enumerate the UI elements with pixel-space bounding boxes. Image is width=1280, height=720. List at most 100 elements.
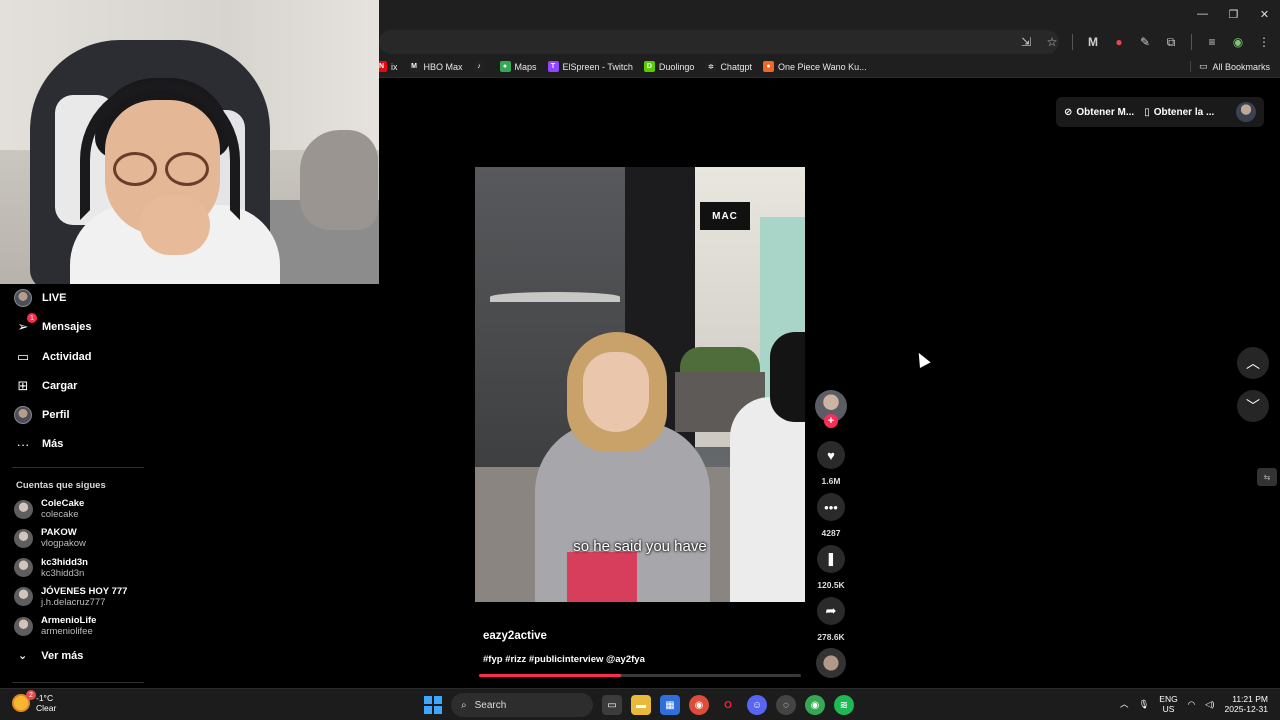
following-item[interactable]: ArmenioLife armeniolifee: [14, 615, 96, 637]
bookmark-icon: ❚: [825, 551, 837, 566]
following-item[interactable]: ColeCake colecake: [14, 498, 84, 520]
webcam-plush-toy: [300, 130, 378, 230]
all-bookmarks-button[interactable]: ▭ All Bookmarks: [1189, 61, 1270, 72]
bookmark-item[interactable]: M HBO Max: [408, 61, 463, 72]
sidebar-item-label: Actividad: [42, 351, 92, 363]
star-icon[interactable]: ☆: [1042, 32, 1062, 52]
user-avatar[interactable]: [1236, 102, 1256, 122]
microphone-icon[interactable]: 🎙: [1139, 699, 1150, 710]
following-item[interactable]: PAKOW vlogpakow: [14, 527, 86, 549]
wifi-icon[interactable]: ◠: [1188, 699, 1195, 710]
taskbar-search[interactable]: ⌕ Search: [451, 693, 593, 717]
sidebar-item-mensajes[interactable]: ➢ 1 Mensajes: [14, 313, 92, 339]
video-username[interactable]: eazy2active: [483, 630, 547, 642]
weather-widget[interactable]: 2 -1°C Clear: [12, 690, 56, 713]
puzzle-icon[interactable]: ⧉: [1161, 32, 1181, 52]
avatar: [14, 616, 33, 636]
clock-time: 11:21 PM: [1232, 694, 1268, 704]
bookmark-label: Maps: [514, 61, 537, 72]
follow-plus-icon[interactable]: +: [824, 414, 838, 428]
following-name: ArmenioLife: [41, 615, 97, 627]
file-explorer-icon[interactable]: ▬: [631, 695, 651, 715]
bookmark-item[interactable]: ✲ Chatgpt: [705, 61, 752, 72]
extension-m-icon[interactable]: M: [1083, 32, 1103, 52]
sidebar-divider: [12, 682, 144, 683]
side-panel-toggle[interactable]: ⇆: [1257, 468, 1277, 486]
restore-button[interactable]: ❐: [1218, 0, 1249, 28]
close-button[interactable]: ✕: [1249, 0, 1280, 28]
save-button[interactable]: ❚: [817, 545, 845, 573]
spotify-icon[interactable]: ≋: [834, 695, 854, 715]
get-coins-button[interactable]: ⊘ Obtener M...: [1064, 107, 1134, 118]
sidebar-item-label: LIVE: [42, 292, 67, 304]
bookmark-item[interactable]: Nix: [376, 61, 398, 72]
menu-icon[interactable]: ⋮: [1254, 32, 1274, 52]
video-player[interactable]: MAC so he said you have: [475, 167, 805, 602]
bookmark-item[interactable]: ● One Piece Wano Ku...: [762, 61, 867, 72]
see-more-button[interactable]: ⌄ Ver más: [18, 649, 84, 663]
start-button[interactable]: [424, 696, 442, 714]
next-video-button[interactable]: ﹀: [1237, 390, 1269, 422]
video-person-face: [583, 352, 649, 432]
top-actions: ⊘ Obtener M... ▯ Obtener la ...: [1056, 97, 1264, 127]
search-placeholder: Search: [474, 699, 507, 711]
bookmark-item[interactable]: D Duolingo: [643, 61, 694, 72]
sun-icon: 2: [12, 690, 36, 712]
chrome-alt-icon[interactable]: ◉: [805, 695, 825, 715]
following-item[interactable]: kc3hidd3n kc3hidd3n: [14, 557, 88, 579]
share-button[interactable]: ➦: [817, 597, 845, 625]
windows-taskbar: 2 -1°C Clear ⌕ Search ▭ ▬ ▦ ◉ O ☺ ◌ ◉ ≋ …: [0, 688, 1280, 720]
following-item[interactable]: JÓVENES HOY 777 j.h.delacruz777: [14, 586, 127, 608]
opera-icon[interactable]: O: [718, 695, 738, 715]
clock[interactable]: 11:21 PM 2025-12-31: [1225, 694, 1268, 714]
video-tags[interactable]: #fyp #rizz #publicinterview @ay2fya: [483, 654, 645, 665]
music-disc-icon[interactable]: [816, 648, 846, 678]
chevron-down-icon: ⌄: [18, 650, 28, 662]
webcam-overlay: [0, 0, 379, 284]
video-progress-bar[interactable]: [479, 674, 801, 677]
address-bar[interactable]: [379, 30, 1059, 54]
bookmark-favicon-icon: D: [643, 61, 655, 72]
install-app-icon[interactable]: ⇲: [1016, 32, 1036, 52]
minimize-button[interactable]: —: [1187, 0, 1218, 28]
chrome-icon[interactable]: ◉: [689, 695, 709, 715]
previous-video-button[interactable]: ︿: [1237, 347, 1269, 379]
bookmark-favicon-icon: T: [547, 61, 559, 72]
media-icon[interactable]: ≡: [1202, 32, 1222, 52]
video-friend-hair: [770, 332, 805, 422]
bookmark-label: HBO Max: [423, 61, 463, 72]
see-more-label: Ver más: [41, 649, 84, 662]
sidebar-item-cargar[interactable]: ⊞ Cargar: [14, 374, 78, 398]
bookmark-item[interactable]: ● Maps: [499, 61, 537, 72]
heart-icon: ♥: [827, 447, 835, 463]
sidebar-item-perfil[interactable]: Perfil: [14, 403, 70, 427]
bookmark-item[interactable]: T ElSpreen - Twitch: [547, 61, 633, 72]
profile-icon[interactable]: ◉: [1228, 32, 1248, 52]
app-icon[interactable]: ◌: [776, 695, 796, 715]
like-button[interactable]: ♥: [817, 441, 845, 469]
live-icon: [14, 289, 32, 307]
comment-button[interactable]: •••: [817, 493, 845, 521]
activity-icon: ▭: [16, 349, 30, 364]
task-view-icon[interactable]: ▭: [602, 695, 622, 715]
extension-red-icon[interactable]: ●: [1109, 32, 1129, 52]
chevron-up-icon[interactable]: ︿: [1120, 698, 1129, 710]
profile-avatar-icon: [14, 406, 32, 424]
extension-pin-icon[interactable]: ✎: [1135, 32, 1155, 52]
sidebar-item-actividad[interactable]: ▭ Actividad: [14, 345, 92, 369]
volume-icon[interactable]: ◁): [1205, 699, 1214, 710]
store-icon[interactable]: ▦: [660, 695, 680, 715]
discord-icon[interactable]: ☺: [747, 695, 767, 715]
weather-temp: -1°C: [36, 693, 54, 703]
bookmark-item[interactable]: ♪: [473, 61, 489, 72]
taskbar-apps: ⌕ Search ▭ ▬ ▦ ◉ O ☺ ◌ ◉ ≋: [424, 693, 854, 717]
language-label: ENG: [1159, 694, 1178, 704]
language-indicator[interactable]: ENG US: [1159, 694, 1177, 714]
sidebar-item-live[interactable]: LIVE: [14, 286, 66, 310]
bookmark-label: ElSpreen - Twitch: [562, 61, 633, 72]
following-name: JÓVENES HOY 777: [41, 585, 128, 597]
get-app-button[interactable]: ▯ Obtener la ...: [1144, 107, 1214, 118]
upload-icon: ⊞: [17, 378, 29, 393]
sidebar-item-mas[interactable]: ··· Más: [14, 432, 64, 456]
avatar: [14, 499, 33, 519]
